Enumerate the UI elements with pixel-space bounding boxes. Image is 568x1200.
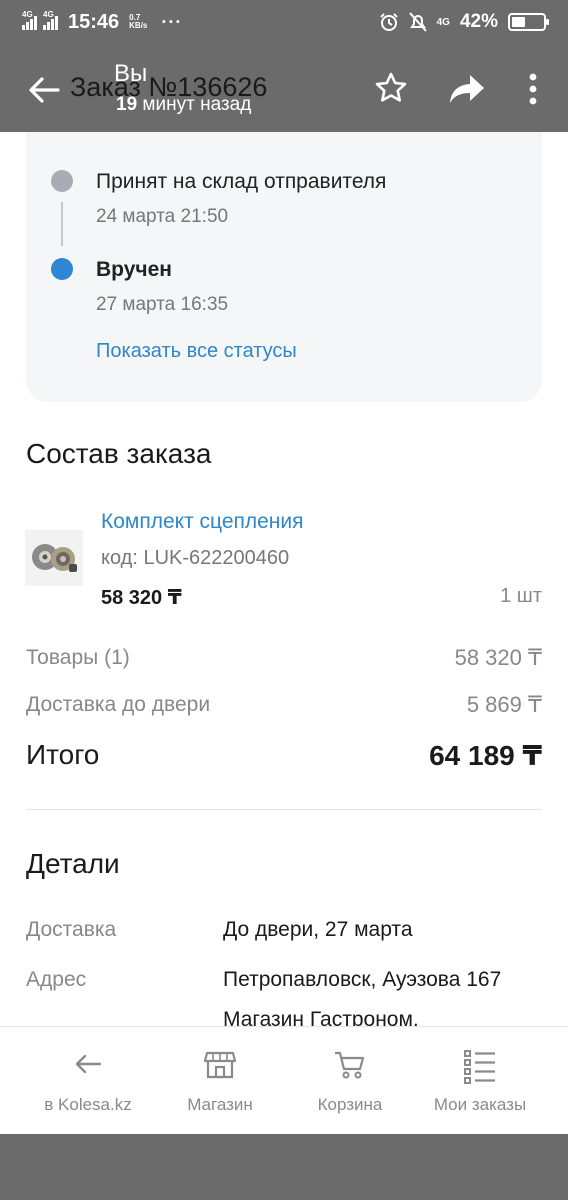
nav-label: Мои заказы [433,1095,527,1114]
battery-percent: 42% [459,11,498,32]
show-all-statuses-link[interactable]: Показать все статусы [96,340,297,363]
network-type-right: 4G [436,16,450,28]
battery-icon [508,13,549,31]
section-divider [26,809,542,810]
more-vert-icon[interactable] [524,72,542,106]
alarm-icon [379,13,398,31]
more-notifications-icon: ··· [161,11,183,32]
notification-time: 19 минут назад [116,94,251,116]
order-composition-heading: Состав заказа [26,438,212,469]
items-subtotal-value: 58 320 ₸ [454,645,542,670]
network-speed: 0.7 KB/s [129,14,147,30]
app-bar: Заказ №136626 Вы 19 минут назад [0,44,568,132]
timeline-status-title: Вручен [96,258,172,281]
delivery-value: До двери, 27 марта [223,918,413,941]
notification-sender: Вы [114,60,148,87]
timeline-dot [51,170,73,192]
status-bar: 4G 4G 15:46 0.7 KB/s ··· 4G 42% [0,0,568,44]
delivery-cost-value: 5 869 ₸ [466,692,542,717]
timeline-status-title: Принят на склад отправителя [96,170,387,193]
address-line-1: Петропавловск, Ауэзова 167 [223,968,502,991]
battery-fill [512,17,525,27]
notification-time-rest: минут назад [142,94,252,115]
product-price: 58 320 ₸ [101,587,182,609]
nav-my-orders[interactable]: Мои заказы [392,1027,568,1135]
nav-label: в Kolesa.kz [44,1095,132,1114]
shop-icon [204,1051,236,1079]
product-quantity: 1 шт [500,585,542,607]
timeline-connector [61,202,63,246]
clock: 15:46 [68,10,120,33]
share-icon[interactable] [448,72,486,106]
address-label: Адрес [26,968,87,991]
cart-icon [335,1051,365,1079]
network-type-label: 4G [43,10,54,19]
back-arrow-icon[interactable] [26,72,62,108]
orders-list-icon [464,1050,495,1084]
timeline-dot [51,258,73,280]
favorite-star-icon[interactable] [374,71,408,105]
clutch-kit-image [32,544,77,572]
network-type-label: 4G [22,10,33,19]
timeline-status-date: 24 марта 21:50 [96,206,229,227]
product-image[interactable] [25,530,83,586]
nav-label: Корзина [317,1095,383,1114]
delivery-cost-label: Доставка до двери [26,693,211,716]
product-code: код: LUK-622200460 [101,547,290,569]
notifications-off-icon [408,12,427,32]
nav-label: Магазин [187,1095,253,1114]
arrow-left-icon [75,1054,102,1074]
total-label: Итого [26,739,100,770]
product-name-link[interactable]: Комплект сцепления [101,510,304,534]
bottom-navigation: в Kolesa.kz Магазин Корзина Мои заказы [0,1026,568,1134]
items-subtotal-label: Товары (1) [26,646,130,669]
delivery-label: Доставка [26,918,117,941]
system-navigation-bar [0,1134,568,1200]
speed-unit: KB/s [129,21,148,30]
notification-minutes: 19 [116,94,138,115]
details-heading: Детали [26,848,120,879]
timeline-status-date: 27 марта 16:35 [96,294,229,315]
signal-icon: 4G [43,10,58,30]
status-timeline-card: Принят на склад отправителя 24 марта 21:… [26,132,542,402]
signal-icon: 4G [22,10,37,30]
total-value: 64 189 ₸ [429,740,542,771]
